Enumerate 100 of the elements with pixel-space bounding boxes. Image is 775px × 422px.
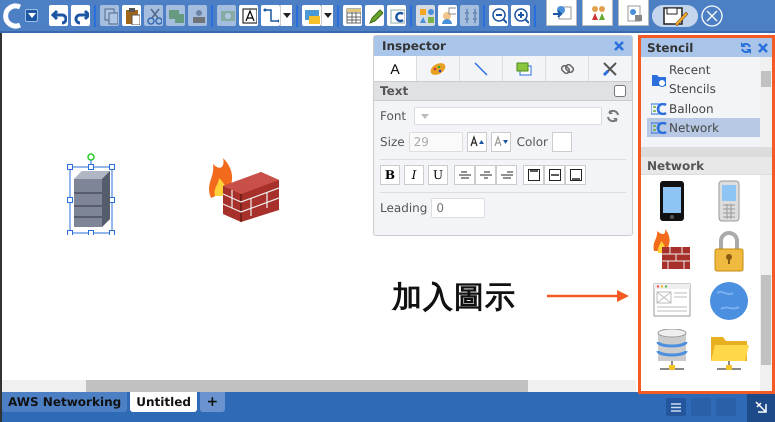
scrollbar-thumb[interactable] bbox=[86, 380, 528, 392]
add-tab-button[interactable]: + bbox=[200, 392, 225, 412]
align-left-button[interactable] bbox=[454, 165, 475, 185]
align-bottom-icon bbox=[570, 169, 582, 181]
table-icon bbox=[344, 6, 360, 24]
stencil-list-item[interactable]: Network bbox=[647, 118, 760, 137]
pencil-icon bbox=[366, 6, 382, 24]
stencil-icon bbox=[651, 102, 667, 114]
text-box-icon bbox=[240, 6, 256, 24]
align-right-icon bbox=[500, 170, 512, 180]
section-title: Network bbox=[647, 158, 704, 172]
user-comment-button[interactable] bbox=[438, 5, 457, 26]
field-label: Color bbox=[516, 135, 548, 149]
align-center-button[interactable] bbox=[475, 165, 496, 185]
increase-font-button[interactable] bbox=[466, 132, 487, 152]
clipboard-button[interactable] bbox=[122, 5, 141, 26]
tools-icon bbox=[601, 60, 619, 78]
users-button[interactable] bbox=[582, 0, 613, 26]
leading-field[interactable]: 0 bbox=[431, 198, 486, 218]
dropdown-button[interactable] bbox=[321, 5, 333, 26]
align-top-button[interactable] bbox=[523, 165, 544, 185]
image-text-icon bbox=[388, 6, 404, 24]
caret-icon bbox=[28, 13, 36, 18]
zoom-in-button[interactable] bbox=[511, 5, 530, 26]
align-right-button[interactable] bbox=[496, 165, 517, 185]
diagonal-arrow-icon bbox=[754, 400, 768, 414]
document-tab[interactable]: Untitled bbox=[130, 392, 197, 412]
align-left-icon bbox=[458, 170, 470, 180]
field-label: Font bbox=[380, 109, 406, 123]
globe-icon[interactable] bbox=[709, 279, 750, 323]
caret-icon bbox=[421, 114, 430, 118]
checkbox[interactable] bbox=[614, 85, 626, 97]
vertical-scrollbar[interactable] bbox=[760, 175, 772, 391]
zoom-in-icon bbox=[512, 6, 528, 24]
bold-button[interactable]: B bbox=[380, 165, 400, 185]
refresh-icon[interactable] bbox=[740, 42, 752, 54]
user-comment-icon bbox=[440, 6, 456, 24]
close-icon[interactable] bbox=[758, 42, 768, 52]
selected-server-shape[interactable] bbox=[66, 153, 116, 235]
menu-button[interactable] bbox=[666, 398, 686, 416]
export-button[interactable] bbox=[618, 0, 649, 26]
stencil-list-item[interactable]: Recent Stencils bbox=[647, 61, 760, 99]
refresh-icon[interactable] bbox=[606, 109, 620, 123]
redo-button[interactable] bbox=[71, 5, 90, 26]
menu-button[interactable] bbox=[25, 9, 38, 22]
connector-button[interactable] bbox=[261, 5, 280, 26]
dropdown-button[interactable] bbox=[280, 5, 292, 26]
caret-icon bbox=[324, 13, 332, 18]
font-grow-icon bbox=[470, 135, 484, 149]
align-top-icon bbox=[528, 169, 540, 181]
splitter-handle[interactable] bbox=[641, 147, 772, 157]
font-shrink-icon bbox=[494, 135, 508, 149]
italic-button[interactable]: I bbox=[404, 165, 424, 185]
menu-icon bbox=[671, 402, 681, 412]
resize-button[interactable] bbox=[747, 392, 775, 422]
arrow-icon bbox=[547, 290, 629, 302]
copy-icon bbox=[102, 6, 118, 24]
section-title: Text bbox=[380, 84, 408, 98]
connector-icon bbox=[262, 6, 278, 24]
stencil-list-item[interactable]: Balloon bbox=[647, 99, 760, 118]
inspector-tab[interactable]: A bbox=[374, 56, 417, 81]
undo-button[interactable] bbox=[49, 5, 68, 26]
stencil-icon bbox=[651, 122, 667, 134]
underline-button[interactable]: U bbox=[428, 165, 448, 185]
panel-title: Stencil bbox=[647, 40, 694, 54]
line-icon bbox=[472, 60, 490, 78]
zoom-out-icon bbox=[490, 6, 506, 24]
annotation-text: 加入圖示 bbox=[392, 279, 516, 317]
field-label: Leading bbox=[380, 201, 428, 215]
insert-picture-button[interactable] bbox=[546, 0, 577, 26]
document-tab[interactable]: AWS Networking bbox=[2, 392, 128, 412]
scrollbar-thumb[interactable] bbox=[761, 275, 771, 365]
scrollbar-thumb[interactable] bbox=[761, 71, 771, 87]
zoom-out-button[interactable] bbox=[489, 5, 508, 26]
decrease-font-button[interactable] bbox=[490, 132, 511, 152]
clipboard-icon bbox=[124, 6, 140, 24]
align-middle-icon bbox=[548, 169, 560, 181]
picture-arrow-icon bbox=[550, 4, 572, 22]
shapes-button[interactable] bbox=[416, 5, 435, 26]
save-button[interactable] bbox=[652, 4, 698, 26]
table-button[interactable] bbox=[343, 5, 362, 26]
vertical-scrollbar[interactable] bbox=[760, 57, 772, 147]
pencil-button[interactable] bbox=[365, 5, 384, 26]
caret-icon bbox=[282, 13, 290, 18]
color-swatch[interactable] bbox=[552, 132, 572, 152]
shapes-icon bbox=[418, 6, 434, 24]
folder-icon bbox=[651, 73, 667, 87]
image-text-button[interactable] bbox=[387, 5, 406, 26]
floppy-disk-icon bbox=[662, 6, 688, 26]
align-bottom-button[interactable] bbox=[565, 165, 586, 185]
fill-icon bbox=[515, 60, 533, 78]
close-icon[interactable] bbox=[614, 41, 624, 51]
horizontal-scrollbar[interactable] bbox=[2, 380, 636, 392]
logo-icon bbox=[2, 2, 22, 28]
text-box-button[interactable] bbox=[239, 5, 258, 26]
panel-title: Inspector bbox=[382, 39, 446, 53]
field-label: Size bbox=[380, 135, 405, 149]
scissors-icon bbox=[146, 6, 162, 24]
align-center-icon bbox=[480, 170, 492, 180]
align-middle-button[interactable] bbox=[544, 165, 565, 185]
